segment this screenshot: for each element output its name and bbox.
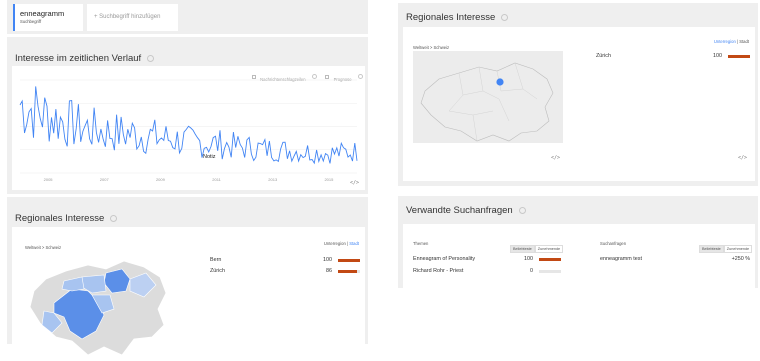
x-tick-label: 2011 [212, 177, 221, 182]
queries-rising-tab[interactable]: Zunehmende [723, 245, 753, 253]
region-name: Bern [210, 257, 222, 263]
region-type-toggle[interactable]: Unterregion | Stadt [324, 241, 359, 246]
topics-rising-tab[interactable]: Zunehmende [534, 245, 564, 253]
regional-interest-panel-right: Regionales Interesse Weltweit > Schweiz … [398, 3, 758, 186]
timeline-card: Nachrichtenschlagzeilen Prognose 2005 200… [12, 66, 365, 190]
query-name: enneagramm test [600, 256, 642, 262]
topics-top-tab[interactable]: Beliebteste [510, 245, 535, 253]
topics-sort-toggle[interactable]: Beliebteste Zunehmende [510, 237, 564, 255]
regional-title-text: Regionales Interesse [15, 213, 105, 224]
list-item[interactable]: enneagramm test +250 % [600, 256, 750, 264]
region-breadcrumb[interactable]: Weltweit > Schweiz [25, 245, 61, 250]
topic-value: 0 [530, 268, 533, 274]
region-value: 100 [713, 53, 722, 59]
timeline-title-text: Interesse im zeitlichen Verlauf [15, 53, 142, 64]
switzerland-map [29, 260, 167, 356]
related-title: Verwandte Suchanfragen [406, 205, 526, 216]
search-term-chip[interactable]: enneagramm Suchbegriff [13, 4, 83, 31]
queries-sort-toggle[interactable]: Beliebteste Zunehmende [699, 237, 753, 255]
region-bar [728, 55, 750, 58]
list-item[interactable]: Enneagram of Personality 100 [413, 256, 563, 264]
map-background [413, 51, 563, 143]
map-city-dot-zurich[interactable] [496, 78, 504, 86]
topic-name: Enneagram of Personality [413, 256, 476, 262]
related-card: Themen Beliebteste Zunehmende Enneagram o… [403, 224, 755, 288]
queries-top-tab[interactable]: Beliebteste [699, 245, 724, 253]
topic-bar [539, 258, 561, 261]
timeline-panel: Interesse im zeitlichen Verlauf Nachrich… [7, 37, 368, 194]
list-item[interactable]: Richard Rohr - Priest 0 [413, 268, 563, 276]
topic-value: 100 [524, 256, 533, 262]
region-name: Zürich [596, 53, 611, 59]
add-search-term-button[interactable]: + Suchbegriff hinzufügen [87, 4, 178, 31]
region-value: 100 [323, 257, 332, 263]
toggle-subregion[interactable]: Unterregion [714, 39, 736, 44]
list-item[interactable]: Zürich 86 [210, 268, 362, 276]
queries-header: Suchanfragen [600, 241, 627, 246]
related-title-text: Verwandte Suchanfragen [406, 205, 513, 216]
regional-title-text: Regionales Interesse [406, 12, 496, 23]
search-term-type: Suchbegriff [20, 19, 42, 24]
regional-card: Weltweit > Schweiz Unterregion | Stadt B… [12, 227, 365, 356]
x-tick-label: 2007 [100, 177, 110, 182]
query-value: +250 % [731, 256, 750, 262]
region-breadcrumb[interactable]: Weltweit > Schweiz [413, 45, 449, 50]
search-term-label: enneagramm [20, 9, 65, 18]
regional-title: Regionales Interesse [406, 12, 509, 23]
regional-title: Regionales Interesse [15, 213, 118, 224]
embed-code-icon[interactable]: </> [738, 155, 747, 161]
list-item[interactable]: Zürich 100 [596, 53, 752, 61]
help-icon[interactable] [518, 206, 526, 214]
left-column: enneagramm Suchbegriff + Suchbegriff hin… [7, 0, 368, 356]
topic-bar-track [539, 270, 561, 273]
topics-header: Themen [413, 241, 429, 246]
x-tick-label: 2013 [268, 177, 278, 182]
timeline-annotation[interactable]: Notiz [203, 154, 216, 160]
timeline-title: Interesse im zeitlichen Verlauf [15, 53, 155, 64]
region-type-toggle[interactable]: Unterregion | Stadt [714, 39, 749, 44]
regional-interest-panel-left: Regionales Interesse Weltweit > Schweiz … [7, 197, 368, 356]
help-icon[interactable] [147, 54, 155, 62]
help-icon[interactable] [501, 13, 509, 21]
embed-code-icon[interactable]: </> [350, 180, 359, 186]
toggle-city[interactable]: Stadt [349, 241, 359, 246]
x-tick-label: 2005 [44, 177, 54, 182]
right-column: Regionales Interesse Weltweit > Schweiz … [398, 0, 758, 344]
search-term-bar: enneagramm Suchbegriff + Suchbegriff hin… [7, 0, 368, 34]
toggle-subregion[interactable]: Unterregion [324, 241, 346, 246]
region-name: Zürich [210, 268, 225, 274]
switzerland-map [413, 51, 563, 143]
help-icon[interactable] [110, 214, 118, 222]
related-queries-panel: Verwandte Suchanfragen Themen Beliebtest… [398, 196, 758, 288]
regional-card: Weltweit > Schweiz Unterregion | Stadt Z… [403, 27, 755, 181]
list-item[interactable]: Bern 100 [210, 257, 362, 265]
x-tick-label: 2009 [156, 177, 166, 182]
toggle-city[interactable]: Stadt [739, 39, 749, 44]
timeline-chart: 2005 2007 2009 2011 2013 2015 [19, 79, 358, 182]
embed-code-icon[interactable]: </> [551, 155, 560, 161]
add-search-term-label: + Suchbegriff hinzufügen [94, 14, 161, 20]
region-bar [338, 259, 360, 262]
timeline-series-line [19, 86, 358, 165]
region-value: 86 [326, 268, 332, 274]
topic-name: Richard Rohr - Priest [413, 268, 464, 274]
x-tick-label: 2015 [324, 177, 334, 182]
region-bar [338, 270, 357, 273]
